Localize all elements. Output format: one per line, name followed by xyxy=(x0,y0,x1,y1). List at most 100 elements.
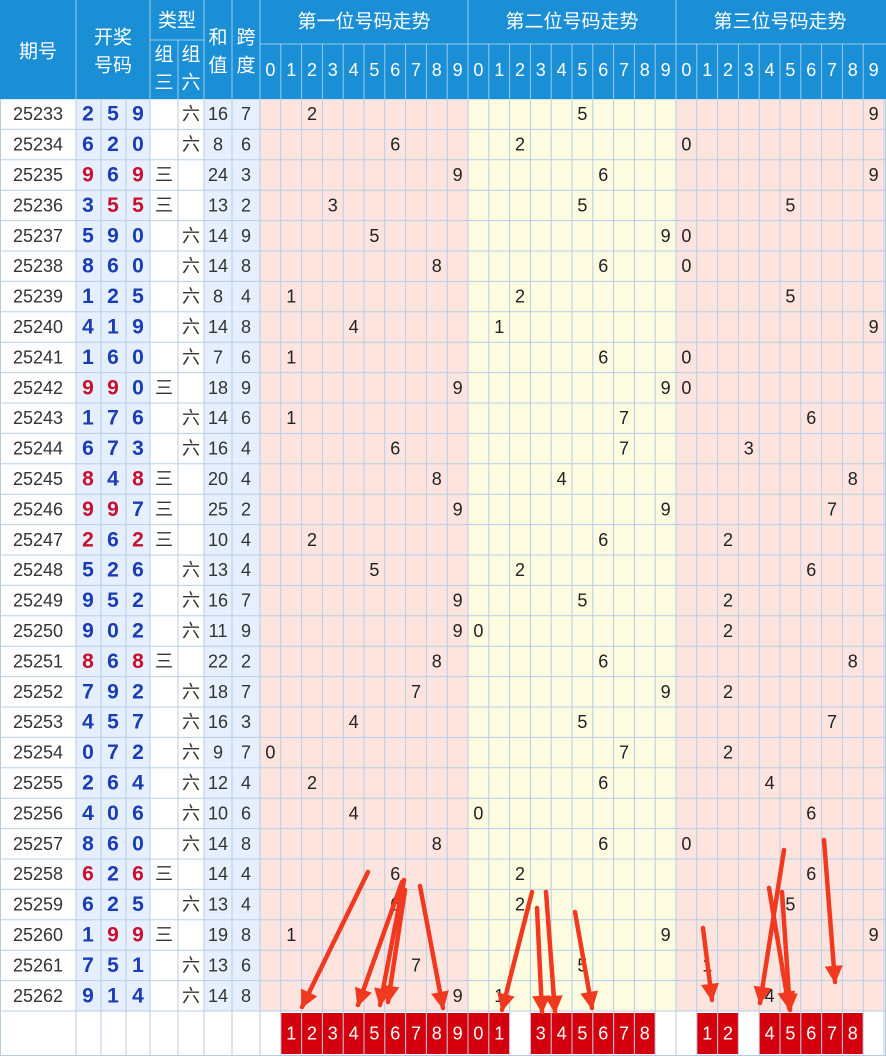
digit-header: 4 xyxy=(765,60,775,80)
draw-number: 5 xyxy=(132,893,144,916)
sum-value: 7 xyxy=(213,347,223,367)
span-value: 7 xyxy=(241,104,251,124)
period-label: 25251 xyxy=(13,651,63,671)
period-header: 期号 xyxy=(19,41,57,63)
draw-number: 2 xyxy=(107,285,119,308)
draw-number: 6 xyxy=(107,650,119,673)
trend-point-pos2: 4 xyxy=(557,469,567,489)
digit-header: 4 xyxy=(349,60,359,80)
digit-header: 9 xyxy=(453,60,463,80)
period-label: 25239 xyxy=(13,287,63,307)
draw-number: 8 xyxy=(82,255,94,278)
trend-point-pos2: 2 xyxy=(515,895,525,915)
span-header: 跨 xyxy=(236,27,255,49)
trend-point-pos2: 1 xyxy=(494,317,504,337)
trend-point-pos3: 0 xyxy=(681,378,691,398)
trend-point-pos1: 4 xyxy=(349,317,359,337)
pick-number-pos1: 3 xyxy=(328,1024,338,1044)
draw-number: 9 xyxy=(132,103,144,126)
digit-header: 7 xyxy=(619,60,629,80)
period-label: 25254 xyxy=(13,743,63,763)
trend-point-pos3: 5 xyxy=(785,287,795,307)
draw-number: 7 xyxy=(132,711,144,734)
draw-number: 6 xyxy=(107,255,119,278)
draw-header: 开奖 xyxy=(94,27,132,49)
draw-number: 4 xyxy=(82,711,94,734)
draw-number: 1 xyxy=(132,954,144,977)
pick-number-pos1: 4 xyxy=(349,1024,359,1044)
draw-number: 2 xyxy=(132,620,144,643)
draw-number: 9 xyxy=(107,224,119,247)
type-label: 三 xyxy=(155,530,173,550)
pick-number-pos2: 6 xyxy=(598,1024,608,1044)
trend-point-pos2: 2 xyxy=(515,135,525,155)
type-label: 六 xyxy=(182,347,200,367)
sum-header: 和 xyxy=(208,27,227,49)
pick-number-pos3: 6 xyxy=(806,1024,816,1044)
type-label: 六 xyxy=(182,591,200,611)
digit-header: 1 xyxy=(702,60,712,80)
type-label: 六 xyxy=(182,773,200,793)
sum-value: 14 xyxy=(208,256,228,276)
trend-point-pos3: 2 xyxy=(723,743,733,763)
draw-number: 2 xyxy=(132,589,144,612)
trend-point-pos2: 7 xyxy=(619,408,629,428)
pick-number-pos1: 1 xyxy=(286,1024,296,1044)
type-label: 六 xyxy=(182,955,200,975)
sum-value: 11 xyxy=(209,621,228,641)
span-value: 6 xyxy=(241,347,251,367)
trend-point-pos2: 9 xyxy=(661,226,671,246)
span-value: 8 xyxy=(241,256,251,276)
span-value: 2 xyxy=(241,195,251,215)
digit-header: 0 xyxy=(265,60,275,80)
digit-header: 2 xyxy=(515,60,525,80)
digit-header: 0 xyxy=(473,60,483,80)
draw-number: 2 xyxy=(107,893,119,916)
draw-number: 9 xyxy=(107,680,119,703)
draw-number: 9 xyxy=(107,376,119,399)
pick-number-pos3: 5 xyxy=(785,1024,795,1044)
period-label: 25242 xyxy=(13,378,63,398)
pick-number-pos2: 3 xyxy=(536,1024,546,1044)
trend-point-pos2: 6 xyxy=(598,347,608,367)
type-label: 六 xyxy=(182,560,200,580)
draw-number: 9 xyxy=(82,498,94,521)
type-label: 六 xyxy=(182,287,200,307)
period-label: 25248 xyxy=(13,560,63,580)
pick-number-pos1: 6 xyxy=(390,1024,400,1044)
sum-value: 16 xyxy=(208,104,228,124)
draw-header: 号码 xyxy=(94,56,132,77)
span-value: 4 xyxy=(241,773,251,793)
period-label: 25238 xyxy=(13,256,63,276)
span-value: 2 xyxy=(241,651,251,671)
digit-header: 5 xyxy=(785,60,795,80)
draw-number: 4 xyxy=(132,984,144,1007)
digit-header: 3 xyxy=(536,60,546,80)
sum-header: 值 xyxy=(208,55,227,77)
sum-value: 13 xyxy=(208,195,228,215)
period-label: 25262 xyxy=(13,986,63,1006)
pick-number-pos1: 7 xyxy=(411,1024,421,1044)
type-label: 三 xyxy=(155,165,173,185)
trend-point-pos1: 1 xyxy=(286,287,296,307)
pick-number-pos2: 0 xyxy=(473,1024,483,1044)
span-value: 9 xyxy=(241,226,251,246)
sum-value: 10 xyxy=(208,530,228,550)
draw-number: 7 xyxy=(82,954,94,977)
trend-point-pos1: 8 xyxy=(432,256,442,276)
trend-point-pos2: 6 xyxy=(598,256,608,276)
span-value: 9 xyxy=(241,378,251,398)
trend-point-pos3: 6 xyxy=(806,408,816,428)
sum-value: 8 xyxy=(213,287,223,307)
draw-number: 5 xyxy=(107,711,119,734)
sum-value: 12 xyxy=(208,773,228,793)
trend-point-pos2: 6 xyxy=(598,165,608,185)
draw-number: 2 xyxy=(82,103,94,126)
trend-point-pos3: 5 xyxy=(785,895,795,915)
trend-point-pos3: 9 xyxy=(869,165,879,185)
draw-number: 7 xyxy=(107,437,119,460)
draw-number: 6 xyxy=(82,133,94,156)
trend-point-pos1: 3 xyxy=(328,195,338,215)
trend-point-pos3: 8 xyxy=(848,651,858,671)
period-label: 25245 xyxy=(13,469,63,489)
